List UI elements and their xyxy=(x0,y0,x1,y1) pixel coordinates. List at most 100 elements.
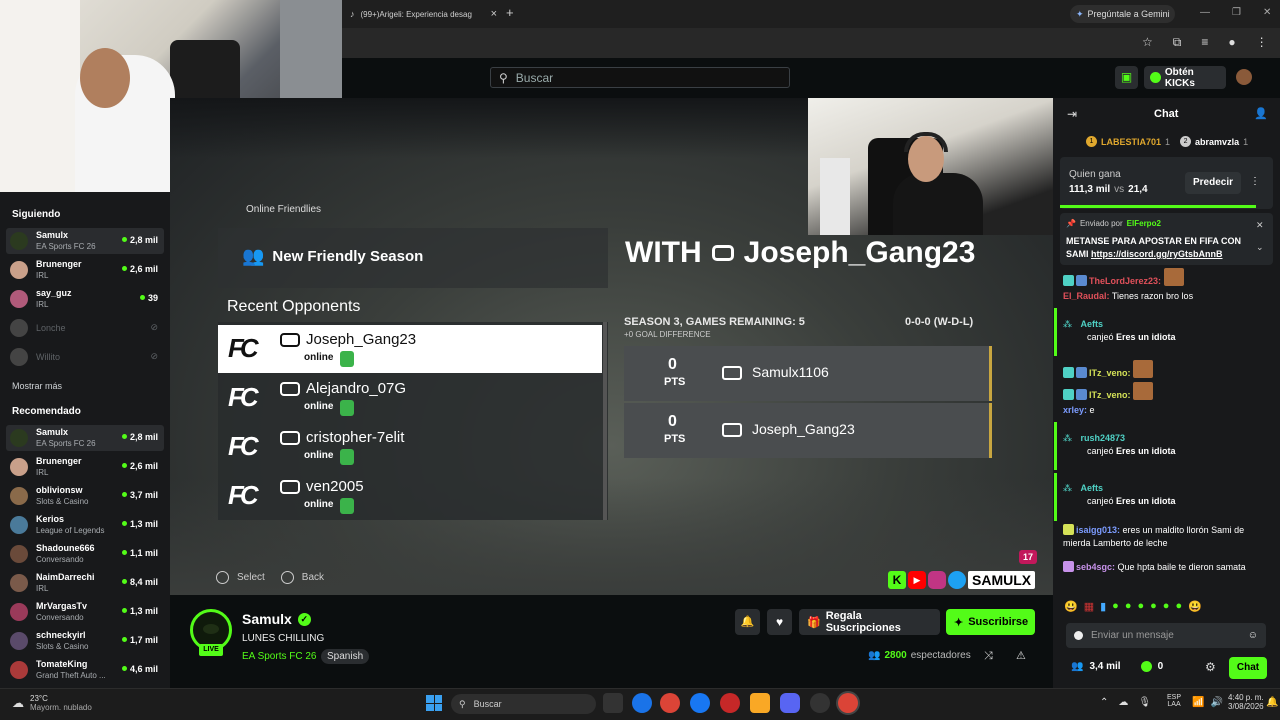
wifi-icon[interactable]: 📶 xyxy=(1192,697,1204,708)
emote-5-icon[interactable]: ● xyxy=(1125,600,1132,613)
extensions-icon[interactable]: ⧉ xyxy=(1173,35,1182,50)
following-channel[interactable]: Brunenger IRL 2,6 mil xyxy=(6,257,164,283)
language-indicator[interactable]: ESP LAA xyxy=(1167,694,1181,708)
opponents-scrollbar[interactable] xyxy=(603,322,607,520)
task-view-icon[interactable] xyxy=(603,693,623,713)
restore-icon[interactable]: ❐ xyxy=(1232,7,1241,18)
pinned-link[interactable]: https://discord.gg/ryGtsbAnnB xyxy=(1091,249,1223,259)
gift-subs-button[interactable]: 🎁 Regala Suscripciones xyxy=(799,609,940,635)
opera-icon[interactable] xyxy=(720,693,740,713)
minimize-icon[interactable]: — xyxy=(1200,7,1210,18)
radiator xyxy=(820,158,850,235)
bookmark-star-icon[interactable]: ☆ xyxy=(1142,35,1153,50)
chat-username[interactable]: rush24873 xyxy=(1081,433,1126,443)
opponent-row[interactable]: FC cristopher-7elit online xyxy=(218,423,602,471)
chrome-active-icon[interactable] xyxy=(838,693,858,713)
reading-list-icon[interactable]: ≡ xyxy=(1201,35,1208,50)
prediction-menu-icon[interactable]: ⋮ xyxy=(1250,176,1260,187)
chat-username[interactable]: ITz_veno: xyxy=(1089,390,1131,400)
chat-input[interactable]: Enviar un mensaje ☺ xyxy=(1066,623,1266,648)
following-channel[interactable]: Samulx EA Sports FC 26 2,8 mil xyxy=(6,228,164,254)
with-header: WITH Joseph_Gang23 xyxy=(625,236,975,270)
chat-username[interactable]: Aefts xyxy=(1081,319,1104,329)
new-tab-button[interactable]: + xyxy=(506,5,514,20)
notifications-icon[interactable]: 🔔 xyxy=(1266,697,1278,708)
chat-username[interactable]: isaigg013: xyxy=(1076,525,1120,535)
emoji-picker-icon[interactable]: ☺ xyxy=(1248,630,1258,641)
chat-username[interactable]: xrley: xyxy=(1063,405,1087,415)
recommended-channel[interactable]: TomateKing Grand Theft Auto ... 4,6 mil xyxy=(6,657,164,683)
show-more-link[interactable]: Mostrar más xyxy=(12,381,62,391)
recommended-channel[interactable]: schneckyirl Slots & Casino 1,7 mil xyxy=(6,628,164,654)
chat-users-icon[interactable]: 👤 xyxy=(1254,107,1268,120)
emote-3-icon[interactable]: ▮ xyxy=(1100,600,1106,613)
close-window-icon[interactable]: ✕ xyxy=(1263,7,1271,18)
report-icon[interactable]: ⚠ xyxy=(1016,649,1026,662)
volume-icon[interactable]: 🔊 xyxy=(1210,697,1222,708)
tray-up-icon[interactable]: ⌃ xyxy=(1100,697,1108,708)
weather-widget[interactable]: ☁ 23°C Mayorm. nublado xyxy=(12,694,92,712)
recommended-channel[interactable]: Shadoune666 Conversando 1,1 mil xyxy=(6,541,164,567)
facebook-icon[interactable] xyxy=(690,693,710,713)
app-icon[interactable] xyxy=(810,693,830,713)
network-cloud-icon[interactable]: ☁ xyxy=(1118,697,1128,708)
opponent-row[interactable]: FC Joseph_Gang23 online xyxy=(218,325,602,373)
streamer-name[interactable]: Samulx xyxy=(242,611,292,627)
search-input[interactable]: ⚲ Buscar xyxy=(490,67,790,88)
browser-tab-active[interactable]: ♪ (99+)Arigeli: Experiencia desag × xyxy=(342,4,497,24)
stream-category[interactable]: EA Sports FC 26 xyxy=(242,651,316,662)
emote-8-icon[interactable]: ● xyxy=(1163,600,1170,613)
profile-avatar-icon[interactable]: ● xyxy=(1228,35,1235,50)
opponent-row[interactable]: FC Alejandro_07G online xyxy=(218,374,602,422)
emote-7-icon[interactable]: ● xyxy=(1150,600,1157,613)
language-tag[interactable]: Spanish xyxy=(321,649,370,664)
viewers-number: 2800 xyxy=(884,650,907,661)
recommended-channel[interactable]: Kerios League of Legends 1,3 mil xyxy=(6,512,164,538)
unpin-icon[interactable]: ✕ xyxy=(1256,220,1264,231)
recommended-channel[interactable]: oblivionsw Slots & Casino 3,7 mil xyxy=(6,483,164,509)
user-avatar[interactable] xyxy=(1236,69,1252,85)
predict-button[interactable]: Predecir xyxy=(1185,172,1241,194)
following-channel[interactable]: Willito ⊘ xyxy=(6,344,164,370)
clock[interactable]: 4:40 p. m. 3/08/2026 xyxy=(1228,693,1264,711)
get-kicks-button[interactable]: Obtén KICKs xyxy=(1144,66,1226,89)
discord-icon[interactable] xyxy=(780,693,800,713)
recommended-channel[interactable]: MrVargasTv Conversando 1,3 mil xyxy=(6,599,164,625)
chat-username[interactable]: ITz_veno: xyxy=(1089,368,1131,378)
mic-icon[interactable]: 🎙 xyxy=(1138,697,1151,708)
follow-heart-icon[interactable]: ♥ xyxy=(767,609,792,635)
collapse-chat-icon[interactable]: ⇥ xyxy=(1067,107,1077,121)
windows-start-icon[interactable] xyxy=(426,695,442,711)
taskbar-search[interactable]: ⚲ Buscar xyxy=(451,694,596,714)
chat-username[interactable]: seb4sgc: xyxy=(1076,562,1115,572)
notification-bell-icon[interactable]: 🔔 xyxy=(735,609,760,635)
emote-6-icon[interactable]: ● xyxy=(1137,600,1144,613)
emote-4-icon[interactable]: ● xyxy=(1112,600,1119,613)
edge-icon[interactable] xyxy=(632,693,652,713)
new-season-button[interactable]: 👥 New Friendly Season xyxy=(242,246,423,267)
emote-1-icon[interactable]: 😃 xyxy=(1064,600,1078,613)
recommended-channel[interactable]: Brunenger IRL 2,6 mil xyxy=(6,454,164,480)
emote-10-icon[interactable]: 😃 xyxy=(1188,600,1202,613)
recommended-channel[interactable]: NaimDarrechi IRL 8,4 mil xyxy=(6,570,164,596)
store-icon[interactable]: ▣ xyxy=(1115,66,1138,89)
chat-username[interactable]: TheLordJerez23: xyxy=(1089,276,1161,286)
menu-kebab-icon[interactable]: ⋮ xyxy=(1256,35,1268,50)
following-channel[interactable]: Lonche ⊘ xyxy=(6,315,164,341)
following-channel[interactable]: say_guz IRL 39 xyxy=(6,286,164,312)
tab-close-icon[interactable]: × xyxy=(491,8,497,20)
expand-pinned-icon[interactable]: ⌄ xyxy=(1256,242,1264,253)
emote-2-icon[interactable]: ▦ xyxy=(1084,600,1094,613)
subscribe-button[interactable]: ✦ Suscribirse xyxy=(946,609,1035,635)
chrome-icon[interactable] xyxy=(660,693,680,713)
file-explorer-icon[interactable] xyxy=(750,693,770,713)
send-chat-button[interactable]: Chat xyxy=(1229,657,1267,679)
emote-9-icon[interactable]: ● xyxy=(1175,600,1182,613)
gemini-button[interactable]: ✦ Pregúntale a Gemini xyxy=(1070,5,1175,23)
chat-settings-icon[interactable]: ⚙ xyxy=(1205,660,1216,674)
chat-username[interactable]: El_Raudal: xyxy=(1063,291,1110,301)
opponent-row[interactable]: FC ven2005 online xyxy=(218,472,602,520)
recommended-channel[interactable]: Samulx EA Sports FC 26 2,8 mil xyxy=(6,425,164,451)
chat-username[interactable]: Aefts xyxy=(1081,483,1104,493)
share-icon[interactable]: ⤨ xyxy=(984,650,993,663)
